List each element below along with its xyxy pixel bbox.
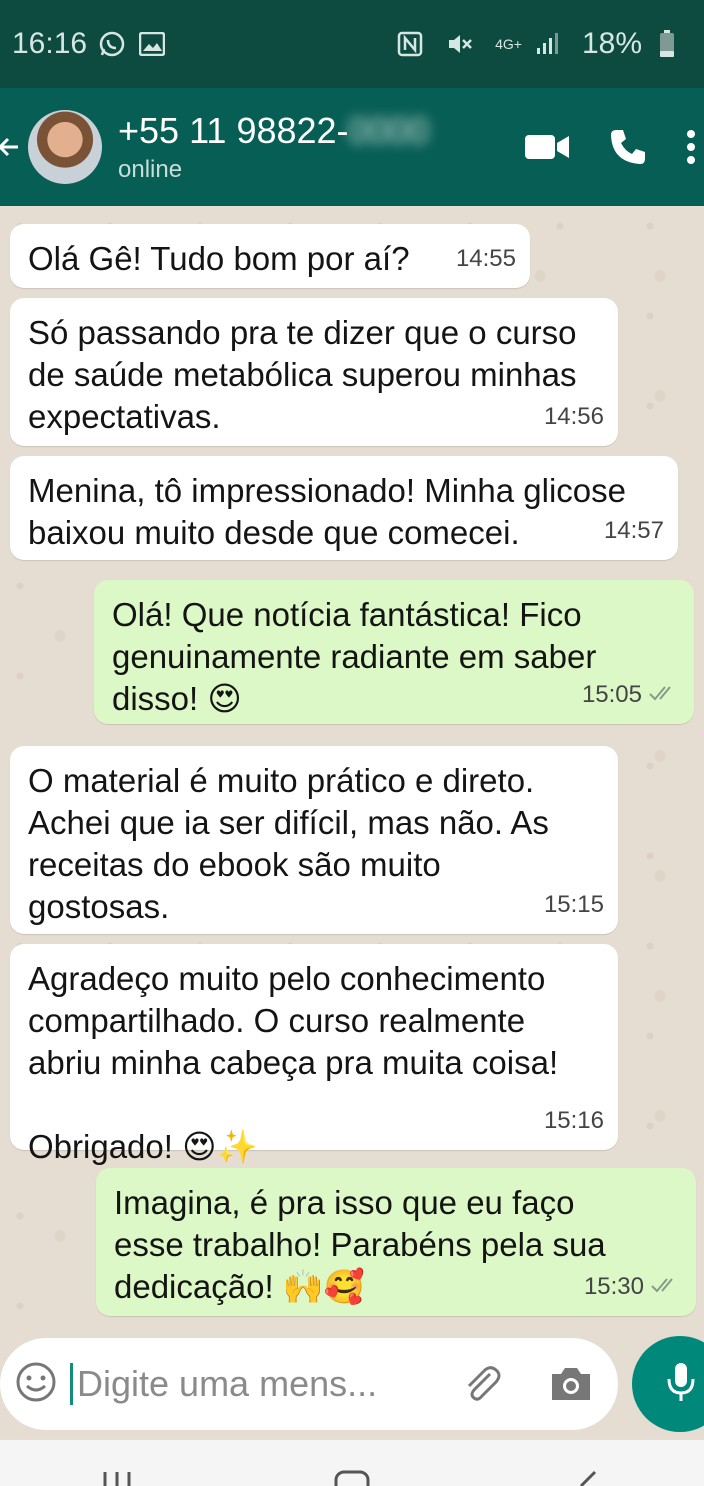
message-time: 14:55: [455, 245, 516, 272]
camera-icon[interactable]: [548, 1365, 594, 1403]
more-vert-icon[interactable]: [686, 129, 696, 165]
message-bubble[interactable]: Menina, tô impressionado! Minha glicose …: [10, 456, 678, 560]
message-time: 15:15: [543, 891, 604, 918]
contact-number: +55 11 98822-: [118, 110, 349, 151]
contact-number-hidden: 0000: [348, 110, 429, 151]
message-time: 15:16: [543, 1107, 604, 1134]
message-time: 14:56: [543, 403, 604, 430]
message-bubble[interactable]: Olá Gê! Tudo bom por aí? 14:55: [10, 224, 530, 288]
message-time: 15:30: [583, 1273, 644, 1300]
contact-name: +55 11 98822-0000: [118, 110, 429, 152]
recent-apps-icon[interactable]: [97, 1468, 137, 1486]
whatsapp-icon: [97, 29, 127, 59]
contact-status: online: [118, 156, 183, 183]
emoji-icon[interactable]: [14, 1360, 58, 1409]
battery-icon: [652, 29, 682, 59]
video-call-icon[interactable]: [524, 132, 570, 162]
double-check-icon: [648, 674, 680, 716]
message-bubble[interactable]: O material é muito prático e direto. Ach…: [10, 746, 618, 934]
message-text: O material é muito prático e direto. Ach…: [28, 762, 549, 925]
message-text: Olá Gê! Tudo bom por aí?: [28, 240, 410, 277]
message-time: 15:05: [581, 681, 642, 708]
nfc-icon: [395, 29, 425, 59]
message-text: Menina, tô impressionado! Minha glicose …: [28, 472, 626, 551]
message-input[interactable]: Digite uma mens...: [0, 1338, 618, 1430]
message-time: 14:57: [603, 517, 664, 544]
mute-icon: [445, 29, 475, 59]
message-list[interactable]: Olá Gê! Tudo bom por aí? 14:55 Só passan…: [0, 206, 704, 1336]
message-text: Agradeço muito pelo conhecimento compart…: [28, 960, 559, 1165]
phone-icon[interactable]: [608, 127, 648, 167]
message-bubble[interactable]: Imagina, é pra isso que eu faço esse tra…: [96, 1168, 696, 1316]
back-arrow-icon[interactable]: [0, 127, 26, 167]
mic-icon: [666, 1361, 696, 1408]
system-nav-bar: [0, 1440, 704, 1486]
avatar[interactable]: [28, 110, 102, 184]
contact-info[interactable]: +55 11 98822-0000 online: [118, 110, 429, 184]
image-icon: [137, 29, 167, 59]
home-icon[interactable]: [332, 1468, 372, 1486]
message-placeholder: Digite uma mens...: [70, 1363, 377, 1405]
double-check-icon: [650, 1266, 682, 1308]
attach-icon[interactable]: [460, 1362, 504, 1406]
status-bar: 16:16 4G+ 18%: [0, 0, 704, 88]
message-bubble[interactable]: Olá! Que notícia fantástica! Fico genuin…: [94, 580, 694, 724]
message-bubble[interactable]: Agradeço muito pelo conhecimento compart…: [10, 944, 618, 1165]
status-time: 16:16: [12, 27, 88, 60]
signal-icon: [532, 29, 562, 59]
message-bubble[interactable]: Só passando pra te dizer que o curso de …: [10, 298, 618, 446]
chat-header: +55 11 98822-0000 online: [0, 88, 704, 206]
message-text: Só passando pra te dizer que o curso de …: [28, 314, 577, 435]
nav-back-icon[interactable]: [567, 1468, 607, 1486]
network-type: 4G+: [495, 36, 522, 52]
composer: Digite uma mens...: [0, 1336, 704, 1436]
mic-button[interactable]: [632, 1336, 704, 1432]
battery-percent: 18%: [581, 27, 642, 60]
